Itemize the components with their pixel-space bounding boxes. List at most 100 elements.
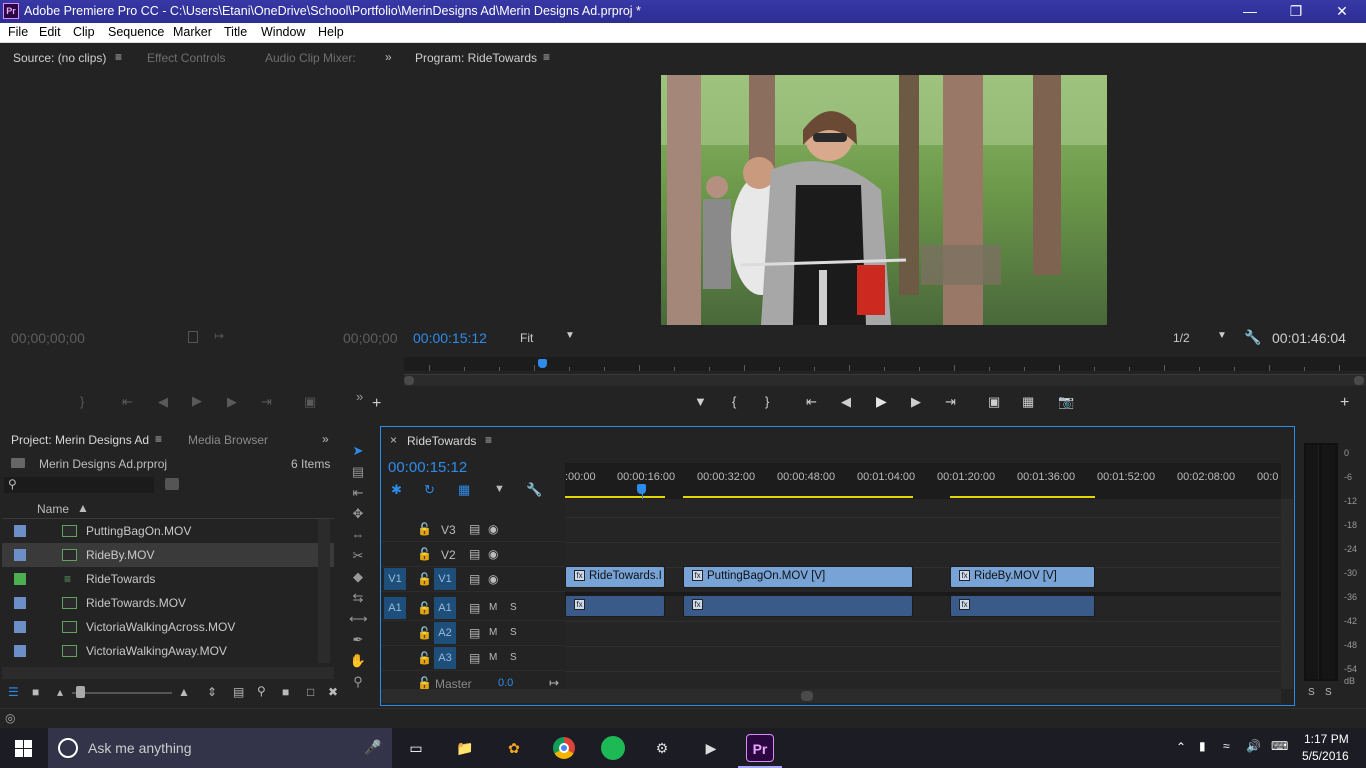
mark-in-icon[interactable]: { xyxy=(732,394,736,409)
menu-help[interactable]: Help xyxy=(318,25,344,39)
track-name[interactable]: A2 xyxy=(434,622,456,644)
list-item[interactable]: RideBy.MOV xyxy=(2,543,334,567)
show-hidden-icons-icon[interactable]: ⌃ xyxy=(1176,740,1186,754)
maximize-button[interactable]: ❐ xyxy=(1273,0,1319,23)
insert-icon[interactable]: ▣ xyxy=(304,394,316,410)
tab-project[interactable]: Project: Merin Designs Ad xyxy=(11,433,149,447)
solo-button[interactable]: S xyxy=(510,602,517,613)
close-button[interactable]: ✕ xyxy=(1319,0,1365,23)
panel-menu-icon[interactable]: ≡ xyxy=(155,432,162,446)
list-item[interactable]: PuttingBagOn.MOV xyxy=(2,519,334,543)
lock-icon[interactable]: 🔓 xyxy=(417,547,432,561)
sequence-tab[interactable]: RideTowards xyxy=(407,434,476,448)
lock-icon[interactable]: 🔓 xyxy=(417,572,432,586)
spotify-icon[interactable] xyxy=(599,734,627,762)
tab-effect-controls[interactable]: Effect Controls xyxy=(147,51,225,65)
track-area[interactable] xyxy=(565,499,1281,689)
video-clip[interactable]: fx RideBy.MOV [V] xyxy=(950,566,1095,588)
insert-overwrite-icon[interactable]: ▦ xyxy=(458,482,470,498)
sync-lock-icon[interactable]: ▤ xyxy=(469,572,480,586)
sync-lock-icon[interactable]: ▤ xyxy=(469,522,480,536)
step-back-icon[interactable]: ◀ xyxy=(158,394,168,410)
zoom-slider-handle[interactable] xyxy=(76,686,85,698)
audio-clip[interactable]: fx xyxy=(950,595,1095,617)
menu-clip[interactable]: Clip xyxy=(73,25,95,39)
file-explorer-icon[interactable]: 📁 xyxy=(451,734,479,762)
sync-lock-icon[interactable]: ▤ xyxy=(469,626,480,640)
task-view-icon[interactable]: ▭ xyxy=(402,734,430,762)
zoom-in-icon[interactable]: ▲ xyxy=(178,685,190,699)
track-name[interactable]: V2 xyxy=(441,548,456,562)
linked-selection-icon[interactable]: ↻ xyxy=(424,482,435,498)
menu-window[interactable]: Window xyxy=(261,25,305,39)
project-h-scrollbar[interactable] xyxy=(2,667,334,679)
label-swatch[interactable] xyxy=(14,645,26,657)
label-swatch[interactable] xyxy=(14,573,26,585)
volume-icon[interactable]: 🔊 xyxy=(1246,739,1261,753)
master-value[interactable]: 0.0 xyxy=(498,677,513,689)
panel-menu-icon[interactable]: ≡ xyxy=(543,50,550,64)
tab-source[interactable]: Source: (no clips) xyxy=(13,51,106,65)
solo-right-button[interactable]: S xyxy=(1325,687,1332,698)
source-patch-v1[interactable]: V1 xyxy=(384,568,406,590)
play-icon[interactable]: ▶ xyxy=(876,393,887,410)
razor-blade-icon[interactable]: ◆ xyxy=(349,569,367,587)
sort-icons-icon[interactable]: ⇕ xyxy=(207,685,217,699)
list-item[interactable]: ≡ RideTowards xyxy=(2,567,334,591)
timeline-ruler[interactable]: :00:00 00:00:16:00 00:00:32:00 00:00:48:… xyxy=(565,463,1281,499)
media-player-icon[interactable]: ▶ xyxy=(697,734,725,762)
mute-button[interactable]: M xyxy=(489,602,497,613)
column-name[interactable]: Name xyxy=(37,502,69,516)
chrome-icon[interactable] xyxy=(550,734,578,762)
app-icon[interactable]: ⚙ xyxy=(648,734,676,762)
mute-button[interactable]: M xyxy=(489,652,497,663)
program-timecode[interactable]: 00:00:15:12 xyxy=(413,330,487,346)
panels-overflow-icon[interactable]: » xyxy=(322,432,329,446)
clock-date[interactable]: 5/5/2016 xyxy=(1302,749,1349,763)
list-item[interactable]: VictoriaWalkingAway.MOV xyxy=(2,639,334,663)
menu-marker[interactable]: Marker xyxy=(173,25,212,39)
list-item[interactable]: RideTowards.MOV xyxy=(2,591,334,615)
label-swatch[interactable] xyxy=(14,549,26,561)
lock-icon[interactable]: 🔓 xyxy=(417,626,432,640)
track-name[interactable]: V3 xyxy=(441,523,456,537)
menu-title[interactable]: Title xyxy=(224,25,247,39)
new-item-icon[interactable]: □ xyxy=(307,685,314,699)
track-name[interactable]: V1 xyxy=(434,568,456,590)
slide-tool-icon[interactable]: ⟷ xyxy=(349,611,368,629)
project-scrollbar[interactable] xyxy=(318,519,330,663)
lock-icon[interactable]: 🔓 xyxy=(417,676,432,690)
zoom-slider[interactable] xyxy=(72,692,172,694)
timeline-v-scrollbar[interactable] xyxy=(1281,499,1293,689)
go-to-out-icon[interactable]: ⇥ xyxy=(261,394,272,410)
zoom-tool-icon[interactable]: ⚲ xyxy=(349,674,367,692)
go-to-in-icon[interactable]: ⇤ xyxy=(122,394,133,410)
program-title[interactable]: Program: RideTowards xyxy=(415,51,537,65)
pen-tool-icon[interactable]: ✒ xyxy=(349,632,367,650)
zoom-select[interactable]: Fit ▼ xyxy=(515,329,579,347)
solo-left-button[interactable]: S xyxy=(1308,687,1315,698)
list-view-icon[interactable]: ☰ xyxy=(8,685,19,699)
minimize-button[interactable]: — xyxy=(1227,0,1273,23)
rolling-edit-tool-icon[interactable]: ✥ xyxy=(349,506,367,524)
more-controls-icon[interactable]: » xyxy=(356,389,363,404)
sync-lock-icon[interactable]: ▤ xyxy=(469,601,480,615)
track-select-tool-icon[interactable]: ▤ xyxy=(349,464,367,482)
sync-lock-icon[interactable]: ▤ xyxy=(469,547,480,561)
step-back-icon[interactable]: ◀ xyxy=(841,394,851,410)
label-swatch[interactable] xyxy=(14,621,26,633)
ripple-edit-tool-icon[interactable]: ⇤ xyxy=(349,485,367,503)
icon-view-icon[interactable]: ■ xyxy=(32,685,39,699)
play-icon[interactable]: ▶ xyxy=(192,393,202,409)
keyboard-icon[interactable]: ⌨ xyxy=(1271,739,1288,753)
solo-button[interactable]: S xyxy=(510,627,517,638)
add-marker-icon[interactable]: ▼ xyxy=(694,394,707,409)
timeline-timecode[interactable]: 00:00:15:12 xyxy=(388,459,467,476)
sync-lock-icon[interactable]: ▤ xyxy=(469,651,480,665)
razor-tool-icon[interactable]: ✂ xyxy=(349,548,367,566)
selection-tool-icon[interactable]: ➤ xyxy=(349,443,367,461)
program-mini-ruler[interactable] xyxy=(404,357,1366,371)
menu-file[interactable]: File xyxy=(8,25,28,39)
add-button-icon[interactable]: + xyxy=(372,395,381,413)
go-to-out-icon[interactable]: ⇥ xyxy=(945,394,956,410)
